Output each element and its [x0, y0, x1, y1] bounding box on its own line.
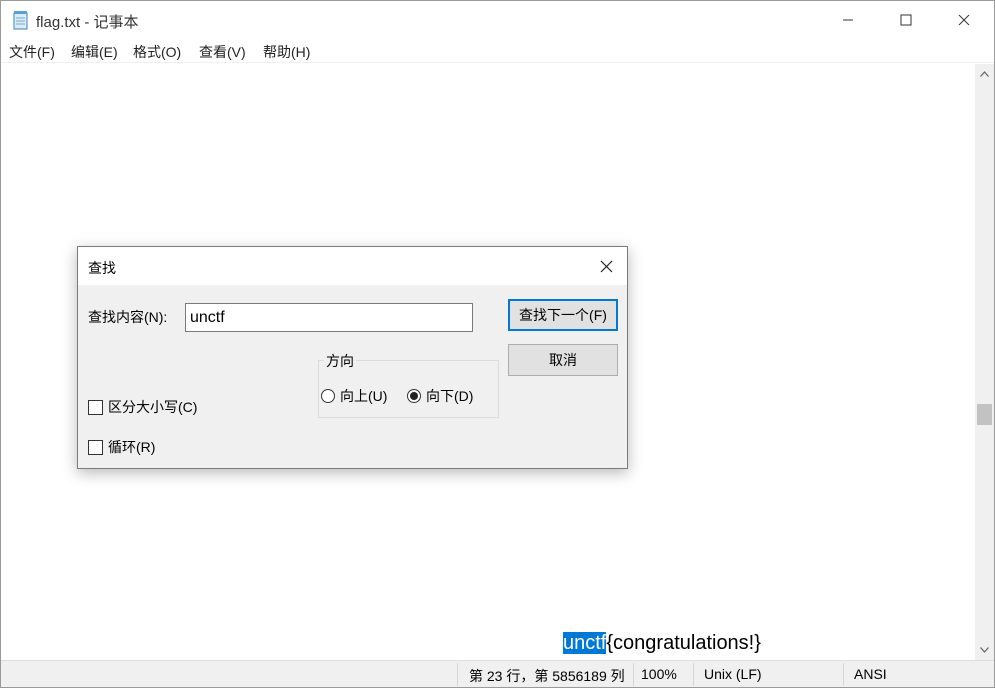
- close-icon: [600, 260, 612, 272]
- menu-view[interactable]: 查看(V): [199, 42, 246, 62]
- menu-help[interactable]: 帮助(H): [263, 42, 310, 62]
- status-line-ending: Unix (LF): [704, 666, 762, 682]
- menu-edit[interactable]: 编辑(E): [71, 42, 118, 62]
- text-line: unctf{congratulations!}: [563, 632, 761, 655]
- match-case-box[interactable]: [88, 399, 103, 415]
- minimize-icon: [843, 19, 853, 21]
- status-position: 第 23 行，第 5856189 列: [469, 668, 625, 684]
- menu-file[interactable]: 文件(F): [9, 42, 55, 62]
- close-icon: [958, 14, 970, 26]
- status-divider: [843, 663, 844, 686]
- find-dialog-title-bar[interactable]: 查找: [78, 247, 627, 285]
- find-what-label: 查找内容(N):: [88, 309, 168, 325]
- scroll-thumb[interactable]: [977, 404, 992, 425]
- match-case-label: 区分大小写(C): [108, 399, 198, 415]
- window-title: flag.txt - 记事本: [36, 14, 139, 31]
- line-text: {congratulations!}: [606, 632, 761, 654]
- find-dialog-close-button[interactable]: [585, 247, 627, 285]
- wrap-around-checkbox[interactable]: 循环(R): [88, 437, 155, 457]
- vertical-scrollbar[interactable]: [975, 64, 994, 660]
- find-dialog-title: 查找: [88, 260, 116, 276]
- cancel-button[interactable]: 取消: [508, 344, 618, 376]
- minimize-button[interactable]: [819, 1, 877, 39]
- menu-format[interactable]: 格式(O): [133, 42, 181, 62]
- direction-label: 方向: [324, 351, 356, 371]
- scroll-down-button[interactable]: [975, 640, 994, 660]
- selected-text: unctf: [563, 632, 607, 654]
- title-bar[interactable]: flag.txt - 记事本: [1, 1, 994, 39]
- close-button[interactable]: [935, 1, 993, 39]
- match-case-checkbox[interactable]: 区分大小写(C): [88, 397, 197, 417]
- chevron-up-icon: [980, 71, 989, 77]
- status-divider: [633, 663, 634, 686]
- find-next-button[interactable]: 查找下一个(F): [508, 299, 618, 331]
- find-dialog: 查找 查找内容(N): 查找下一个(F) 取消 方向 向上(U) 向下(D) 区…: [77, 246, 628, 469]
- radio-down-indicator[interactable]: [407, 389, 421, 403]
- find-what-input[interactable]: [185, 303, 473, 332]
- menu-bar: 文件(F) 编辑(E) 格式(O) 查看(V) 帮助(H): [1, 39, 994, 63]
- wrap-around-box[interactable]: [88, 439, 103, 455]
- status-divider: [457, 663, 458, 686]
- direction-up-radio[interactable]: 向上(U): [321, 386, 387, 406]
- chevron-down-icon: [980, 647, 989, 653]
- notepad-icon: [12, 10, 30, 30]
- direction-down-radio[interactable]: 向下(D): [407, 386, 473, 406]
- status-zoom: 100%: [641, 666, 677, 682]
- direction-up-label: 向上(U): [340, 388, 388, 404]
- maximize-button[interactable]: [877, 1, 935, 39]
- status-encoding: ANSI: [854, 666, 887, 682]
- maximize-icon: [900, 14, 912, 26]
- scroll-up-button[interactable]: [975, 64, 994, 84]
- status-bar: 第 23 行，第 5856189 列 100% Unix (LF) ANSI: [1, 660, 994, 687]
- status-divider: [693, 663, 694, 686]
- radio-up-indicator[interactable]: [321, 389, 335, 403]
- direction-down-label: 向下(D): [426, 388, 474, 404]
- wrap-around-label: 循环(R): [108, 439, 156, 455]
